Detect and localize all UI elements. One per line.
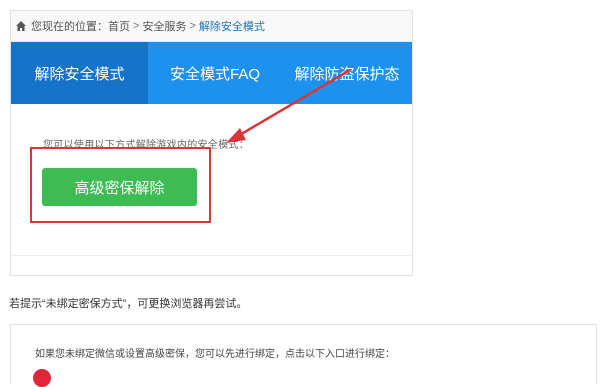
tab-bar: 解除安全模式 安全模式FAQ 解除防盗保护态 <box>11 42 412 104</box>
divider <box>11 255 412 256</box>
breadcrumb-separator: > <box>189 20 196 32</box>
security-panel: 您现在的位置： 首页 > 安全服务 > 解除安全模式 解除安全模式 安全模式FA… <box>10 10 413 276</box>
tab-unlock-theft-protection[interactable]: 解除防盗保护态 <box>282 42 412 104</box>
advanced-security-unlock-button[interactable]: 高级密保解除 <box>42 168 197 206</box>
home-icon <box>16 21 26 31</box>
tab-safe-mode-faq[interactable]: 安全模式FAQ <box>148 42 282 104</box>
entry-icon[interactable] <box>33 369 51 387</box>
breadcrumb: 您现在的位置： 首页 > 安全服务 > 解除安全模式 <box>11 11 412 42</box>
breadcrumb-separator: > <box>133 20 140 32</box>
browser-tip-text: 若提示“未绑定密保方式”，可更换浏览器再尝试。 <box>9 298 248 310</box>
breadcrumb-link-home[interactable]: 首页 <box>108 18 130 34</box>
tab-content: 您可以使用以下方式解除游戏内的安全模式： 高级密保解除 <box>11 104 412 275</box>
breadcrumb-link-security-service[interactable]: 安全服务 <box>142 18 186 34</box>
binding-instruction-text: 如果您未绑定微信或设置高级密保，您可以先进行绑定，点击以下入口进行绑定： <box>35 349 395 360</box>
breadcrumb-current: 解除安全模式 <box>198 21 265 33</box>
tab-unlock-safe-mode[interactable]: 解除安全模式 <box>11 42 148 104</box>
binding-panel: 如果您未绑定微信或设置高级密保，您可以先进行绑定，点击以下入口进行绑定： <box>10 324 597 387</box>
breadcrumb-prefix: 您现在的位置： <box>31 21 108 33</box>
